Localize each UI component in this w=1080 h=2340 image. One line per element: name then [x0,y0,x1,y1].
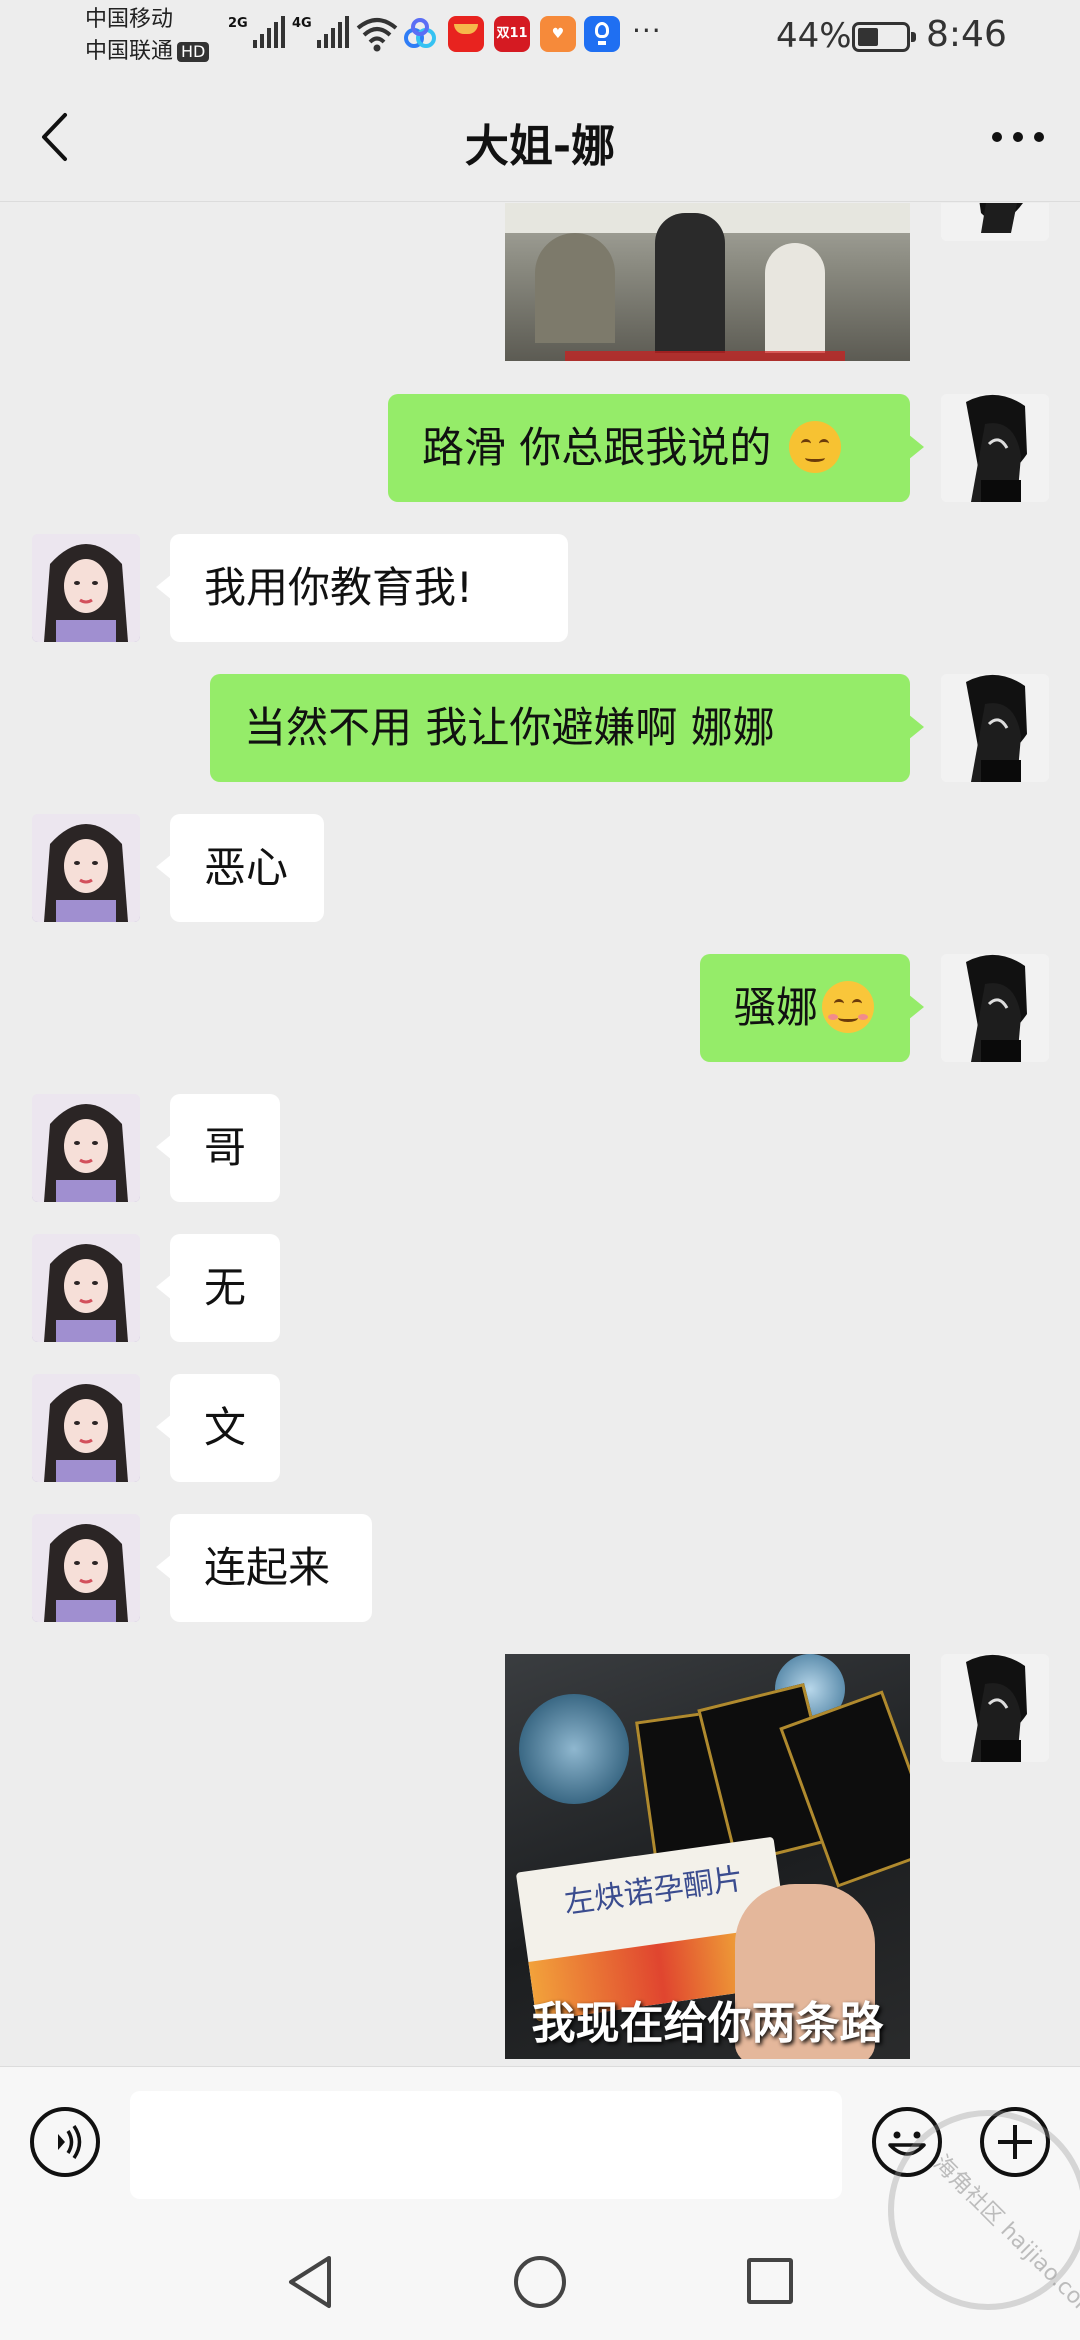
carrier-info: 中国移动 中国联通 HD [85,4,210,68]
message-text: 骚娜 [734,983,819,1032]
carrier-1-label: 中国移动 [85,7,174,32]
app-root: 中国移动 中国联通 HD 2G 4G 双11 ♥ ··· 44% 8:46 大姐… [0,0,1080,2340]
network-4g-label: 4G [292,16,312,31]
triangle-back-icon[interactable] [285,2254,335,2310]
hongbao-icon [448,16,484,52]
message-text: 当然不用 我让你避嫌啊 娜娜 [244,703,775,752]
incoming-message[interactable]: 连起来 [156,1514,372,1622]
circle-home-icon[interactable] [514,2256,566,2308]
health-app-icon: ♥ [540,16,576,52]
incoming-message[interactable]: 哥 [156,1094,280,1202]
emoji-button[interactable] [872,2107,942,2177]
outgoing-message[interactable]: 骚娜 [700,954,924,1062]
message-list[interactable]: 路滑 你总跟我说的 我用你教育我! 当然不用 我让你避嫌啊 娜娜 恶心 骚娜 哥… [0,203,1080,2066]
chat-header: 大姐-娜 [0,72,1080,202]
message-text: 文 [204,1403,247,1452]
incoming-message[interactable]: 我用你教育我! [156,534,568,642]
input-bar [0,2066,1080,2226]
shy-face-icon [822,980,875,1033]
outgoing-message[interactable]: 当然不用 我让你避嫌啊 娜娜 [210,674,924,782]
network-2g-label: 2G [228,16,248,31]
battery-percent: 44% [776,16,852,56]
my-avatar[interactable] [941,954,1049,1062]
product-label: 左炔诺孕酮片 [562,1861,746,1922]
plus-button[interactable] [980,2107,1050,2177]
message-text: 无 [204,1263,247,1312]
hd-badge: HD [177,42,210,62]
system-navigation-bar [0,2226,1080,2340]
plus-icon [998,2125,1032,2159]
voice-icon [58,2125,82,2159]
message-text: 我用你教育我! [204,563,473,612]
wifi-icon [356,18,398,52]
contact-avatar[interactable] [32,1094,140,1202]
incoming-message[interactable]: 无 [156,1234,280,1342]
status-time: 8:46 [926,14,1007,55]
my-avatar[interactable] [941,394,1049,502]
my-avatar[interactable] [941,1654,1049,1762]
voice-button[interactable] [30,2107,100,2177]
my-avatar[interactable] [941,203,1049,241]
more-notifications-icon: ··· [632,14,662,47]
image-message[interactable] [505,203,910,361]
message-text: 恶心 [204,843,289,892]
contact-avatar[interactable] [32,1374,140,1482]
my-avatar[interactable] [941,674,1049,782]
message-text: 路滑 你总跟我说的 [422,423,785,472]
signal-icon: 2G [228,16,285,48]
carrier-2-label: 中国联通 [85,39,174,64]
more-options-button[interactable] [986,112,1050,162]
image-caption: 我现在给你两条路 [531,1998,884,2049]
image-message[interactable]: 左炔诺孕酮片 我现在给你两条路 [505,1654,910,2059]
incoming-message[interactable]: 文 [156,1374,280,1482]
contact-avatar[interactable] [32,1514,140,1622]
square-recent-icon[interactable] [747,2258,793,2304]
message-input[interactable] [130,2091,842,2199]
battery-icon [852,22,916,52]
message-text: 连起来 [204,1543,331,1592]
contact-avatar[interactable] [32,534,140,642]
tips-icon [584,16,620,52]
more-dots-icon [992,132,1044,142]
thinking-face-icon [788,420,841,473]
outgoing-message[interactable]: 路滑 你总跟我说的 [388,394,924,502]
incoming-message[interactable]: 恶心 [156,814,324,922]
contact-avatar[interactable] [32,1234,140,1342]
battery-level-fill [858,28,878,46]
signal-icon: 4G [292,16,349,48]
status-bar: 中国移动 中国联通 HD 2G 4G 双11 ♥ ··· 44% 8:46 [0,0,1080,72]
chat-title: 大姐-娜 [464,121,616,172]
double11-icon: 双11 [494,16,530,52]
baidu-netdisk-icon [404,18,436,48]
contact-avatar[interactable] [32,814,140,922]
emoji-icon [888,2131,926,2156]
message-text: 哥 [204,1123,247,1172]
